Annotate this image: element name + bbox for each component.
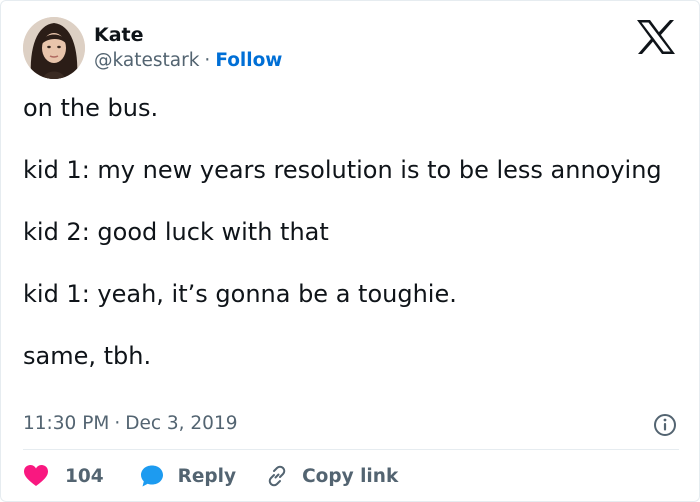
copy-link-button[interactable]: Copy link <box>266 465 398 487</box>
reply-button[interactable]: Reply <box>140 464 236 488</box>
tweet-paragraph: kid 2: good luck with that <box>23 218 329 246</box>
tweet-paragraph: kid 1: yeah, it’s gonna be a toughie. <box>23 280 457 308</box>
info-icon[interactable] <box>653 413 677 437</box>
divider <box>23 449 679 450</box>
avatar[interactable] <box>23 17 85 79</box>
heart-icon <box>23 464 49 488</box>
like-button[interactable]: 104 <box>23 464 104 488</box>
timestamp-separator: · <box>114 413 121 434</box>
tweet-date: Dec 3, 2019 <box>125 413 238 434</box>
action-bar: 104 Reply Copy link <box>23 461 398 491</box>
tweet-paragraph: on the bus. <box>23 94 159 122</box>
copy-link-label: Copy link <box>302 465 399 487</box>
tweet-time: 11:30 PM <box>23 413 110 434</box>
like-count: 104 <box>65 465 104 487</box>
x-logo-icon[interactable] <box>635 19 677 55</box>
tweet-text: on the bus. kid 1: my new years resoluti… <box>23 93 663 403</box>
author-handle-row: @katestark · Follow <box>94 48 282 74</box>
follow-button[interactable]: Follow <box>215 50 282 71</box>
tweet-timestamp[interactable]: 11:30 PM · Dec 3, 2019 <box>23 411 238 437</box>
avatar-photo <box>23 17 85 79</box>
handle-separator: · <box>204 50 211 71</box>
tweet-paragraph: kid 1: my new years resolution is to be … <box>23 156 662 184</box>
tweet-card: Kate @katestark · Follow on the bus. kid 1… <box>0 0 700 502</box>
reply-label: Reply <box>177 465 237 487</box>
author-handle[interactable]: @katestark <box>94 50 199 71</box>
link-icon <box>266 465 288 487</box>
tweet-paragraph: same, tbh. <box>23 342 152 370</box>
author-name[interactable]: Kate <box>94 22 144 48</box>
speech-bubble-icon <box>140 464 164 488</box>
